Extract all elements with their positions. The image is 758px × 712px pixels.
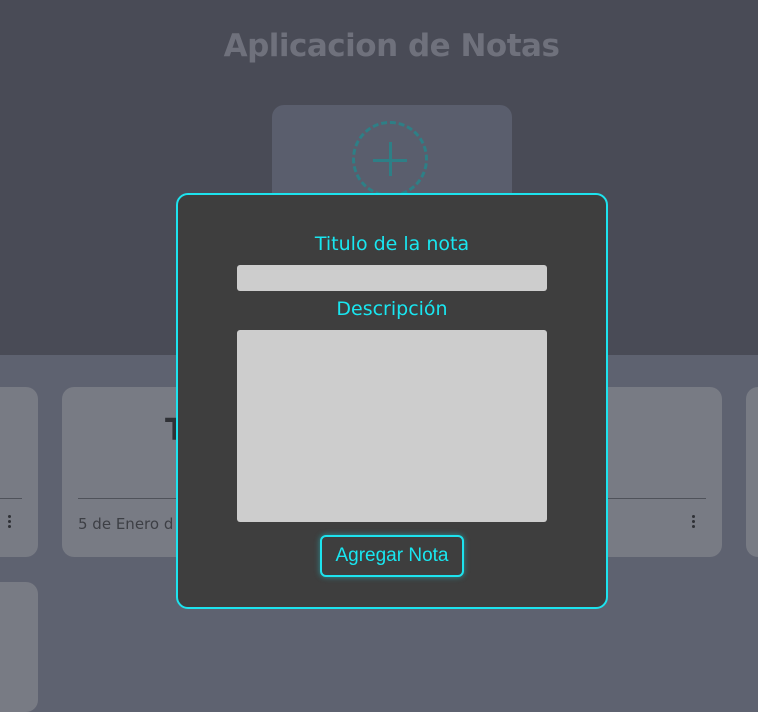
modal-overlay: Titulo de la nota Descripción Agregar No… (0, 0, 758, 684)
title-input[interactable] (237, 265, 547, 291)
description-textarea[interactable] (237, 330, 547, 522)
add-note-modal: Titulo de la nota Descripción Agregar No… (176, 193, 608, 609)
title-label: Titulo de la nota (314, 233, 470, 255)
add-note-button[interactable]: Agregar Nota (320, 535, 464, 577)
description-label: Descripción (336, 298, 448, 320)
